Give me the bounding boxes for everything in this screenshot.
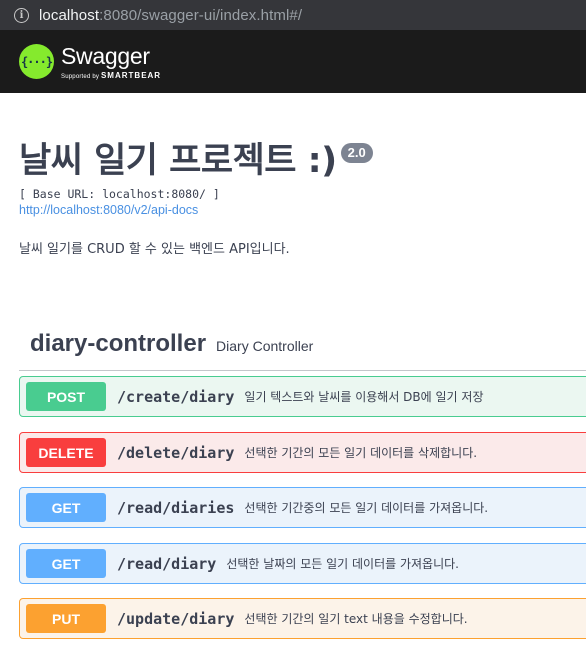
operation-summary: 선택한 기간의 일기 text 내용을 수정합니다. xyxy=(244,612,468,626)
swagger-brand: Swagger xyxy=(61,42,150,69)
swagger-logo-text[interactable]: Swagger Supported by SMARTBEAR xyxy=(61,44,161,80)
operation-summary: 선택한 날짜의 모든 일기 데이터를 가져옵니다. xyxy=(226,557,459,571)
operation-summary: 선택한 기간중의 모든 일기 데이터를 가져옵니다. xyxy=(244,501,489,515)
tag-name: diary-controller xyxy=(30,330,207,357)
api-docs-link[interactable]: http://localhost:8080/v2/api-docs xyxy=(19,203,198,217)
tag-description: Diary Controller xyxy=(216,338,314,354)
address-text[interactable]: localhost:8080/swagger-ui/index.html#/ xyxy=(39,7,302,24)
method-badge: POST xyxy=(26,382,106,411)
operation-get-read-diaries[interactable]: GET /read/diaries 선택한 기간중의 모든 일기 데이터를 가져… xyxy=(19,487,586,528)
api-description: 날씨 일기를 CRUD 할 수 있는 백엔드 API입니다. xyxy=(19,242,290,257)
method-badge: PUT xyxy=(26,604,106,633)
swagger-logo-icon[interactable]: {···} xyxy=(19,44,54,79)
operation-path: /create/diary xyxy=(117,387,235,406)
swagger-tagline: Supported by SMARTBEAR xyxy=(61,71,161,80)
operation-summary: 일기 텍스트와 날씨를 이용해서 DB에 일기 저장 xyxy=(244,390,484,404)
browser-url-bar[interactable]: i localhost:8080/swagger-ui/index.html#/ xyxy=(0,0,586,30)
api-title: 날씨 일기 프로젝트 :) xyxy=(19,141,337,181)
operation-path: /update/diary xyxy=(117,609,235,628)
operation-path: /read/diaries xyxy=(117,498,235,517)
tagline-brand: SMARTBEAR xyxy=(100,70,162,80)
operation-post-create-diary[interactable]: POST /create/diary 일기 텍스트와 날씨를 이용해서 DB에 … xyxy=(19,376,586,417)
method-badge: GET xyxy=(26,549,106,578)
tag-header-diary-controller[interactable]: diary-controller Diary Controller xyxy=(19,318,586,371)
operation-path: /read/diary xyxy=(117,554,217,573)
site-info-icon[interactable]: i xyxy=(14,7,29,23)
operation-put-update-diary[interactable]: PUT /update/diary 선택한 기간의 일기 text 내용을 수정… xyxy=(19,598,586,639)
method-badge: DELETE xyxy=(26,438,106,467)
operation-path: /delete/diary xyxy=(117,443,235,462)
operation-summary: 선택한 기간의 모든 일기 데이터를 삭제합니다. xyxy=(244,446,478,460)
version-badge: 2.0 xyxy=(340,143,373,163)
swagger-topbar: {···} Swagger Supported by SMARTBEAR xyxy=(0,30,586,93)
operation-get-read-diary[interactable]: GET /read/diary 선택한 날짜의 모든 일기 데이터를 가져옵니다… xyxy=(19,543,586,584)
operation-delete-delete-diary[interactable]: DELETE /delete/diary 선택한 기간의 모든 일기 데이터를 … xyxy=(19,432,586,473)
method-badge: GET xyxy=(26,493,106,522)
url-path: :8080/swagger-ui/index.html#/ xyxy=(99,6,303,24)
tagline-prefix: Supported by xyxy=(61,73,100,80)
api-title-row: 날씨 일기 프로젝트 :) 2.0 xyxy=(19,138,373,184)
url-host: localhost xyxy=(39,6,100,24)
base-url: [ Base URL: localhost:8080/ ] xyxy=(19,187,220,201)
